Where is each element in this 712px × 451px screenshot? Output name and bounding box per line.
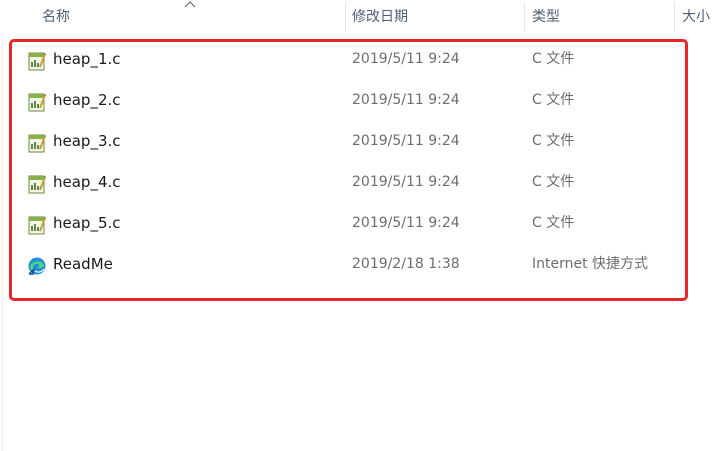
column-divider[interactable] [674,2,675,32]
column-header-bar: 名称 修改日期 类型 大小 [0,0,712,34]
highlight-box [9,39,688,301]
column-header-type[interactable]: 类型 [532,0,672,34]
column-header-date-modified[interactable]: 修改日期 [352,0,522,34]
column-divider[interactable] [524,2,525,32]
column-header-name[interactable]: 名称 [42,0,342,34]
column-header-size[interactable]: 大小 [682,0,712,34]
column-divider[interactable] [345,2,346,32]
pane-edge [2,34,3,451]
